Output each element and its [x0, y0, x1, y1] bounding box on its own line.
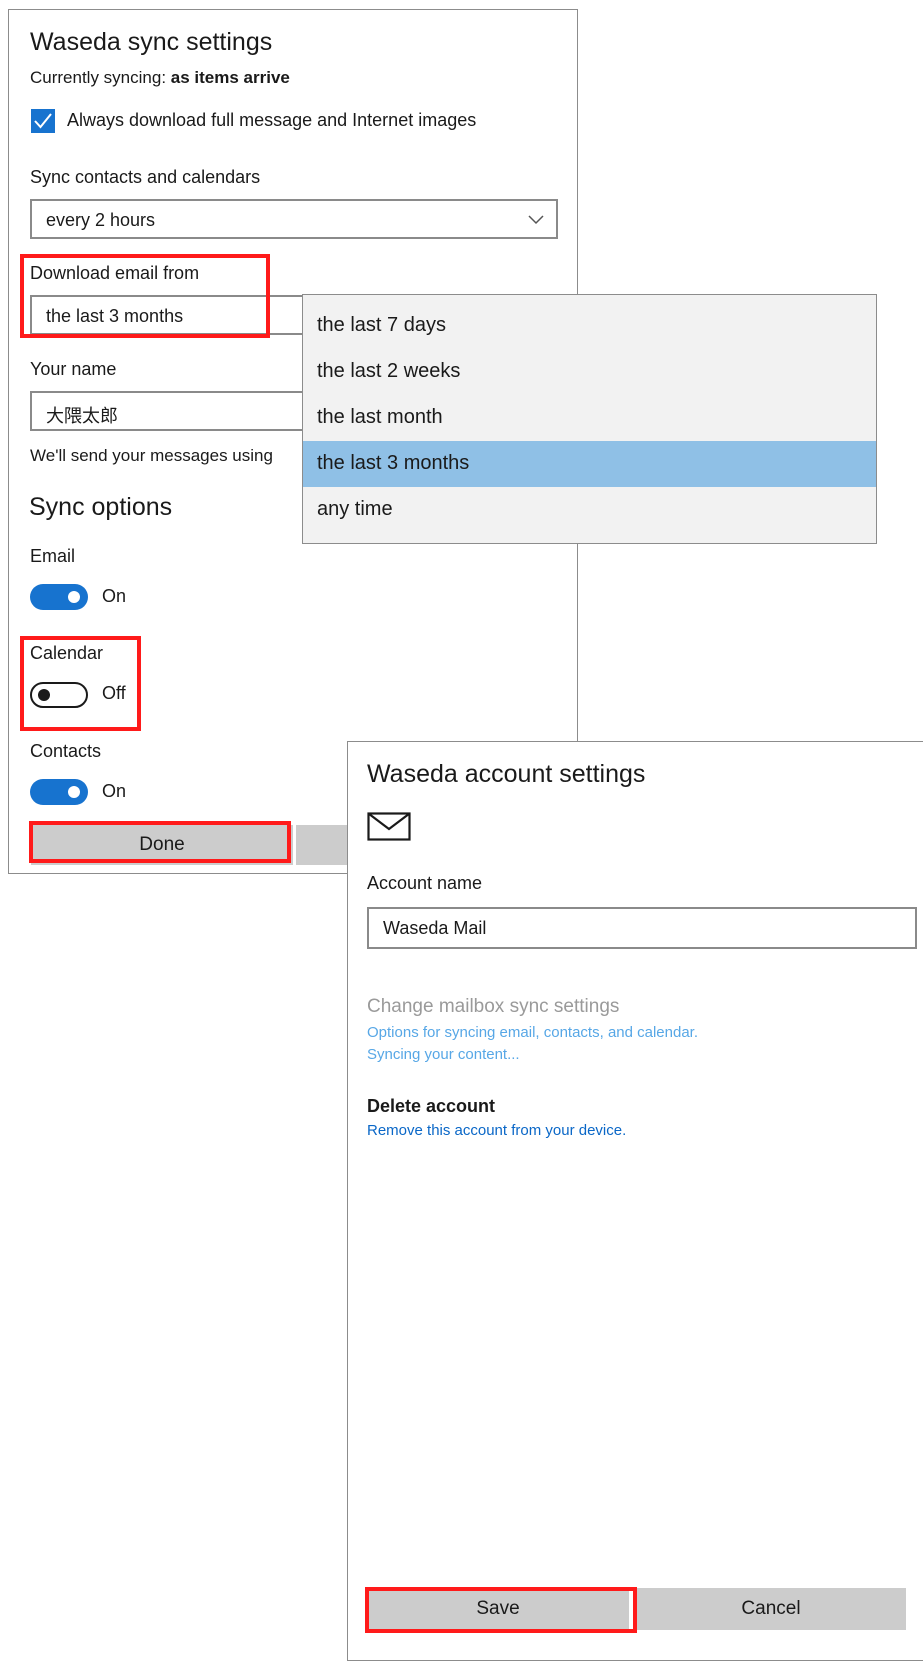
calendar-toggle[interactable]: [30, 682, 88, 708]
cancel-button[interactable]: Cancel: [636, 1588, 906, 1630]
account-settings-title: Waseda account settings: [367, 760, 646, 788]
dropdown-option[interactable]: the last 7 days: [303, 303, 876, 349]
currently-syncing-value: as items arrive: [170, 68, 290, 87]
checkmark-icon: [34, 113, 52, 129]
download-email-from-value: the last 3 months: [46, 306, 184, 326]
sync-status-text: Syncing your content...: [367, 1046, 520, 1063]
done-button[interactable]: Done: [31, 825, 293, 865]
calendar-toggle-label: Calendar: [30, 643, 104, 663]
contacts-calendars-select[interactable]: every 2 hours: [30, 199, 558, 239]
contacts-toggle[interactable]: [30, 779, 88, 805]
change-sync-description: Options for syncing email, contacts, and…: [367, 1024, 699, 1041]
download-period-dropdown: the last 7 days the last 2 weeks the las…: [302, 294, 877, 544]
download-email-from-label: Download email from: [30, 263, 200, 283]
sync-settings-title: Waseda sync settings: [30, 28, 273, 56]
your-name-value: 大隈太郎: [46, 406, 118, 426]
contacts-toggle-label: Contacts: [30, 741, 102, 761]
always-download-checkbox[interactable]: [31, 109, 55, 133]
currently-syncing-prefix: Currently syncing:: [30, 68, 171, 87]
change-sync-settings-link[interactable]: Change mailbox sync settings: [367, 996, 619, 1018]
contacts-calendars-label: Sync contacts and calendars: [30, 167, 261, 187]
account-name-input[interactable]: Waseda Mail: [367, 907, 917, 949]
dropdown-option[interactable]: the last month: [303, 395, 876, 441]
account-name-label: Account name: [367, 873, 483, 893]
email-toggle-state: On: [102, 586, 127, 606]
email-toggle-label: Email: [30, 546, 76, 566]
email-toggle[interactable]: [30, 584, 88, 610]
dropdown-option-selected[interactable]: the last 3 months: [303, 441, 876, 487]
mail-icon: [367, 812, 411, 841]
account-settings-panel: Waseda account settings Account name Was…: [347, 741, 923, 1661]
currently-syncing-text: Currently syncing: as items arrive: [30, 68, 290, 88]
delete-account-description[interactable]: Remove this account from your device.: [367, 1122, 626, 1139]
save-button[interactable]: Save: [367, 1588, 629, 1630]
dropdown-option[interactable]: the last 2 weeks: [303, 349, 876, 395]
your-name-label: Your name: [30, 359, 117, 379]
always-download-label: Always download full message and Interne…: [67, 110, 477, 130]
calendar-toggle-state: Off: [102, 683, 126, 703]
delete-account-title[interactable]: Delete account: [367, 1096, 495, 1117]
sync-options-title: Sync options: [29, 493, 173, 521]
dropdown-option[interactable]: any time: [303, 487, 876, 533]
account-name-value: Waseda Mail: [383, 918, 487, 938]
contacts-toggle-state: On: [102, 781, 127, 801]
chevron-down-icon: [528, 215, 544, 225]
send-messages-note: We'll send your messages using: [30, 446, 273, 465]
contacts-calendars-value: every 2 hours: [46, 210, 156, 230]
